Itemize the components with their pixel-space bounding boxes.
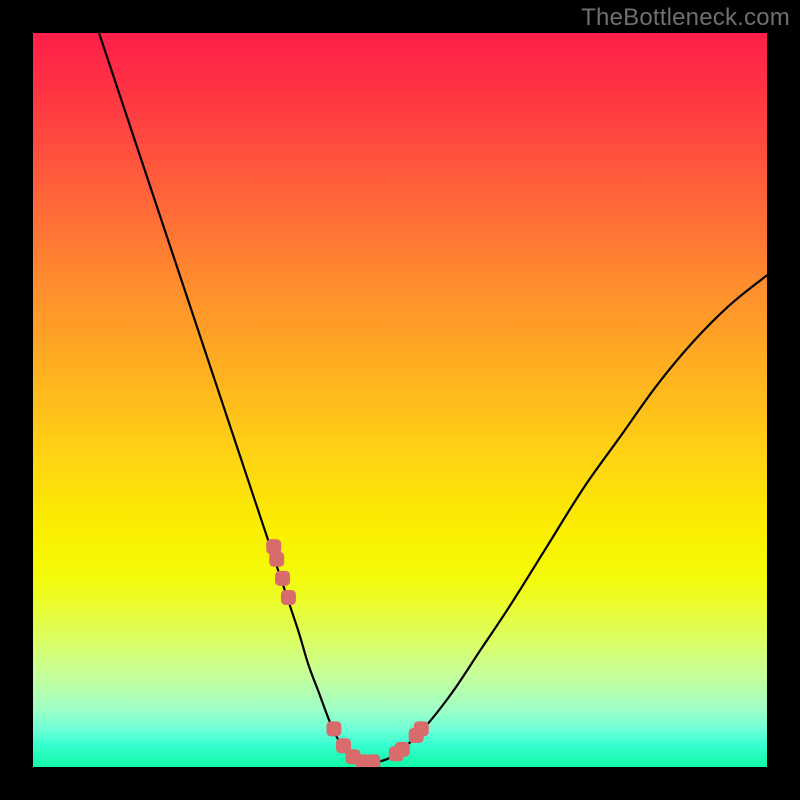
highlight-marker [281,590,296,605]
chart-svg [33,33,767,767]
highlight-marker [326,721,341,736]
watermark-text: TheBottleneck.com [581,4,790,32]
highlight-marker [269,552,284,567]
highlight-marker [395,742,410,757]
bottleneck-curve [99,33,767,763]
highlight-marker [414,721,429,736]
chart-frame: TheBottleneck.com [0,0,800,800]
plot-area [33,33,767,767]
highlight-markers [266,539,429,767]
highlight-marker [365,754,380,767]
highlight-marker [275,571,290,586]
